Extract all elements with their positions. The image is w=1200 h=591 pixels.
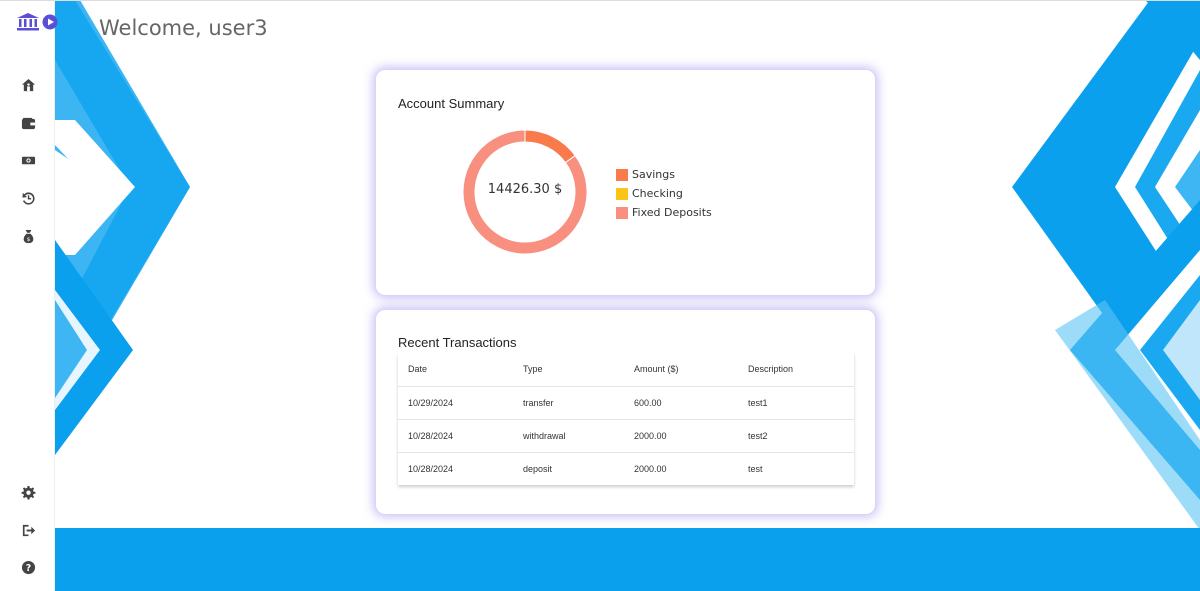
column-header-date: Date <box>398 353 513 387</box>
donut-slice-savings[interactable] <box>524 129 576 164</box>
cell-description: test2 <box>738 419 854 453</box>
settings-icon[interactable] <box>19 483 37 501</box>
recent-transactions-title: Recent Transactions <box>398 335 517 350</box>
cell-amount: 2000.00 <box>624 419 738 453</box>
column-header-amount: Amount ($) <box>624 353 738 387</box>
wallet-icon[interactable] <box>19 114 37 132</box>
cell-description: test1 <box>738 386 854 420</box>
history-icon[interactable] <box>19 189 37 207</box>
account-summary-card: Account Summary 14426.30 $ Savings Checki… <box>375 69 876 296</box>
table-row[interactable]: 10/28/2024 deposit 2000.00 test <box>398 452 854 485</box>
legend-swatch <box>616 206 628 219</box>
legend-swatch <box>616 187 628 200</box>
chart-legend: Savings Checking Fixed Deposits <box>616 165 712 222</box>
welcome-heading: Welcome, user3 <box>99 16 268 40</box>
home-icon[interactable] <box>19 76 37 94</box>
play-circle-icon[interactable] <box>42 14 58 30</box>
footer-band <box>55 528 1200 591</box>
column-header-type: Type <box>513 353 624 387</box>
money-bag-icon[interactable]: $ <box>19 227 37 245</box>
svg-text:$: $ <box>26 237 30 243</box>
legend-item-checking[interactable]: Checking <box>616 184 712 203</box>
legend-item-savings[interactable]: Savings <box>616 165 712 184</box>
cell-amount: 2000.00 <box>634 463 667 474</box>
app-logo[interactable] <box>16 12 58 32</box>
money-icon[interactable] <box>19 151 37 169</box>
transactions-table: Date Type Amount ($) Description 10/29/2… <box>398 353 854 485</box>
cell-date: 10/28/2024 <box>398 419 513 453</box>
cell-type: transfer <box>513 386 624 420</box>
bank-icon <box>17 13 39 31</box>
sidebar: $ ? <box>0 0 58 591</box>
cell-type: deposit <box>523 463 553 474</box>
account-summary-title: Account Summary <box>398 96 505 111</box>
svg-text:?: ? <box>25 562 30 573</box>
table-row[interactable]: 10/29/2024 transfer 600.00 test1 <box>398 386 854 420</box>
legend-swatch <box>616 168 628 181</box>
logout-icon[interactable] <box>19 521 37 539</box>
cell-date: 10/28/2024 <box>408 463 454 474</box>
donut-center-total: 14426.30 $ <box>487 182 563 197</box>
top-border <box>0 0 1200 1</box>
cell-amount: 600.00 <box>624 386 738 420</box>
help-icon[interactable]: ? <box>19 558 37 576</box>
legend-label: Fixed Deposits <box>632 206 712 219</box>
legend-label: Checking <box>632 187 683 200</box>
legend-item-fixed-deposits[interactable]: Fixed Deposits <box>616 203 712 222</box>
column-header-description: Description <box>738 353 854 387</box>
cell-type: withdrawal <box>513 419 624 453</box>
legend-label: Savings <box>632 168 675 181</box>
cell-description: test <box>748 463 763 474</box>
table-header-row: Date Type Amount ($) Description <box>398 353 854 387</box>
table-row[interactable]: 10/28/2024 withdrawal 2000.00 test2 <box>398 419 854 453</box>
cell-date: 10/29/2024 <box>398 386 513 420</box>
recent-transactions-card: Recent Transactions Date Type Amount ($)… <box>375 309 876 515</box>
